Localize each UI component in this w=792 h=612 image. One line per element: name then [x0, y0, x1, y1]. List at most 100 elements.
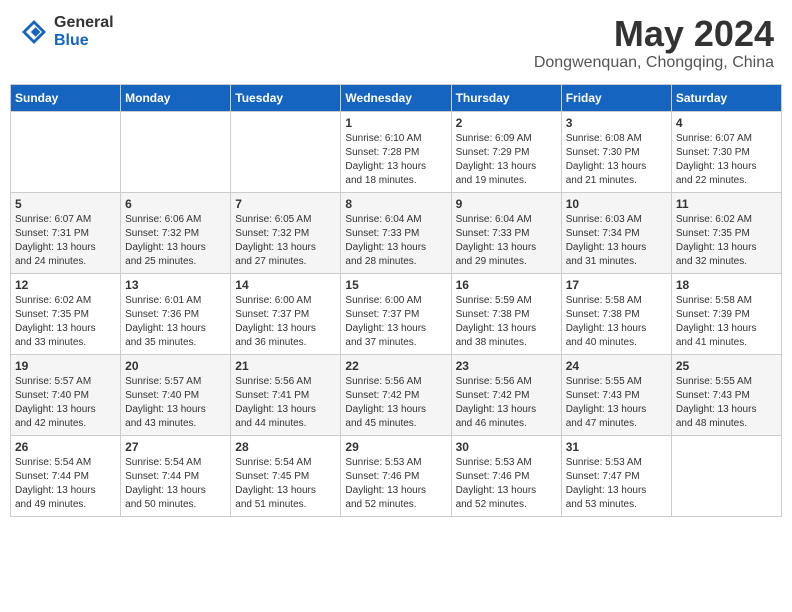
day-number: 12	[15, 278, 116, 292]
day-number: 9	[456, 197, 557, 211]
cell-info: Sunrise: 5:55 AM Sunset: 7:43 PM Dayligh…	[676, 375, 777, 431]
cell-info: Sunrise: 6:03 AM Sunset: 7:34 PM Dayligh…	[566, 213, 667, 269]
cell-info: Sunrise: 6:07 AM Sunset: 7:30 PM Dayligh…	[676, 132, 777, 188]
day-number: 7	[235, 197, 336, 211]
cell-info: Sunrise: 5:57 AM Sunset: 7:40 PM Dayligh…	[15, 375, 116, 431]
day-of-week-header: Sunday	[11, 84, 121, 111]
logo-text: General Blue	[54, 14, 114, 49]
day-number: 6	[125, 197, 226, 211]
day-of-week-header: Monday	[121, 84, 231, 111]
day-number: 21	[235, 359, 336, 373]
calendar-week-row: 26 Sunrise: 5:54 AM Sunset: 7:44 PM Dayli…	[11, 435, 782, 516]
calendar-week-row: 12Sunrise: 6:02 AM Sunset: 7:35 PM Dayli…	[11, 273, 782, 354]
cell-info: Sunrise: 6:08 AM Sunset: 7:30 PM Dayligh…	[566, 132, 667, 188]
day-number: 14	[235, 278, 336, 292]
cell-info: Sunrise: 6:09 AM Sunset: 7:29 PM Dayligh…	[456, 132, 557, 188]
cell-info: Sunrise: 5:59 AM Sunset: 7:38 PM Dayligh…	[456, 294, 557, 350]
calendar-cell: 30 Sunrise: 5:53 AM Sunset: 7:46 PM Dayli…	[451, 435, 561, 516]
calendar-cell: 28 Sunrise: 5:54 AM Sunset: 7:45 PM Dayli…	[231, 435, 341, 516]
day-number: 30	[456, 440, 557, 454]
day-number: 18	[676, 278, 777, 292]
cell-info: Sunrise: 5:56 AM Sunset: 7:42 PM Dayligh…	[345, 375, 446, 431]
calendar-week-row: 19 Sunrise: 5:57 AM Sunset: 7:40 PM Dayli…	[11, 354, 782, 435]
day-number: 19	[15, 359, 116, 373]
cell-info: Sunrise: 5:55 AM Sunset: 7:43 PM Dayligh…	[566, 375, 667, 431]
day-number: 11	[676, 197, 777, 211]
calendar-cell: 24Sunrise: 5:55 AM Sunset: 7:43 PM Dayli…	[561, 354, 671, 435]
calendar-cell: 12Sunrise: 6:02 AM Sunset: 7:35 PM Dayli…	[11, 273, 121, 354]
calendar-cell: 31 Sunrise: 5:53 AM Sunset: 7:47 PM Dayli…	[561, 435, 671, 516]
calendar-cell: 15Sunrise: 6:00 AM Sunset: 7:37 PM Dayli…	[341, 273, 451, 354]
day-number: 29	[345, 440, 446, 454]
calendar-cell: 16Sunrise: 5:59 AM Sunset: 7:38 PM Dayli…	[451, 273, 561, 354]
cell-info: Sunrise: 5:54 AM Sunset: 7:45 PM Dayligh…	[235, 456, 336, 512]
calendar-cell: 27Sunrise: 5:54 AM Sunset: 7:44 PM Dayli…	[121, 435, 231, 516]
calendar-cell: 19 Sunrise: 5:57 AM Sunset: 7:40 PM Dayli…	[11, 354, 121, 435]
calendar-cell: 4 Sunrise: 6:07 AM Sunset: 7:30 PM Daylig…	[671, 111, 781, 192]
cell-info: Sunrise: 5:53 AM Sunset: 7:46 PM Dayligh…	[345, 456, 446, 512]
day-number: 25	[676, 359, 777, 373]
calendar-cell	[121, 111, 231, 192]
day-number: 20	[125, 359, 226, 373]
calendar-cell: 3 Sunrise: 6:08 AM Sunset: 7:30 PM Daylig…	[561, 111, 671, 192]
calendar-cell: 1Sunrise: 6:10 AM Sunset: 7:28 PM Daylig…	[341, 111, 451, 192]
calendar-cell: 18Sunrise: 5:58 AM Sunset: 7:39 PM Dayli…	[671, 273, 781, 354]
logo: General Blue	[18, 14, 114, 49]
calendar-cell: 5Sunrise: 6:07 AM Sunset: 7:31 PM Daylig…	[11, 192, 121, 273]
day-number: 13	[125, 278, 226, 292]
day-number: 17	[566, 278, 667, 292]
calendar-cell: 2Sunrise: 6:09 AM Sunset: 7:29 PM Daylig…	[451, 111, 561, 192]
day-number: 28	[235, 440, 336, 454]
day-number: 23	[456, 359, 557, 373]
day-of-week-header: Saturday	[671, 84, 781, 111]
day-of-week-header: Thursday	[451, 84, 561, 111]
cell-info: Sunrise: 6:07 AM Sunset: 7:31 PM Dayligh…	[15, 213, 116, 269]
day-number: 31	[566, 440, 667, 454]
cell-info: Sunrise: 5:56 AM Sunset: 7:41 PM Dayligh…	[235, 375, 336, 431]
calendar-header: SundayMondayTuesdayWednesdayThursdayFrid…	[11, 84, 782, 111]
day-number: 8	[345, 197, 446, 211]
cell-info: Sunrise: 6:10 AM Sunset: 7:28 PM Dayligh…	[345, 132, 446, 188]
calendar-cell: 23 Sunrise: 5:56 AM Sunset: 7:42 PM Dayli…	[451, 354, 561, 435]
cell-info: Sunrise: 6:00 AM Sunset: 7:37 PM Dayligh…	[235, 294, 336, 350]
cell-info: Sunrise: 6:01 AM Sunset: 7:36 PM Dayligh…	[125, 294, 226, 350]
calendar-cell: 11 Sunrise: 6:02 AM Sunset: 7:35 PM Dayli…	[671, 192, 781, 273]
cell-info: Sunrise: 6:05 AM Sunset: 7:32 PM Dayligh…	[235, 213, 336, 269]
cell-info: Sunrise: 6:02 AM Sunset: 7:35 PM Dayligh…	[676, 213, 777, 269]
day-number: 4	[676, 116, 777, 130]
day-number: 22	[345, 359, 446, 373]
calendar-cell	[671, 435, 781, 516]
day-number: 10	[566, 197, 667, 211]
day-header-row: SundayMondayTuesdayWednesdayThursdayFrid…	[11, 84, 782, 111]
header-right: May 2024 Dongwenquan, Chongqing, China	[534, 14, 774, 72]
day-number: 26	[15, 440, 116, 454]
cell-info: Sunrise: 5:56 AM Sunset: 7:42 PM Dayligh…	[456, 375, 557, 431]
logo-general-text: General	[54, 14, 114, 32]
logo-blue-text: Blue	[54, 32, 114, 50]
cell-info: Sunrise: 5:53 AM Sunset: 7:46 PM Dayligh…	[456, 456, 557, 512]
page: General Blue May 2024 Dongwenquan, Chong…	[0, 0, 792, 527]
calendar-cell: 29 Sunrise: 5:53 AM Sunset: 7:46 PM Dayli…	[341, 435, 451, 516]
calendar-week-row: 1Sunrise: 6:10 AM Sunset: 7:28 PM Daylig…	[11, 111, 782, 192]
logo-icon	[18, 16, 50, 48]
day-of-week-header: Friday	[561, 84, 671, 111]
cell-info: Sunrise: 6:04 AM Sunset: 7:33 PM Dayligh…	[345, 213, 446, 269]
calendar-cell: 26 Sunrise: 5:54 AM Sunset: 7:44 PM Dayli…	[11, 435, 121, 516]
cell-info: Sunrise: 5:53 AM Sunset: 7:47 PM Dayligh…	[566, 456, 667, 512]
calendar-cell: 6Sunrise: 6:06 AM Sunset: 7:32 PM Daylig…	[121, 192, 231, 273]
calendar-cell: 8 Sunrise: 6:04 AM Sunset: 7:33 PM Daylig…	[341, 192, 451, 273]
calendar-cell: 25 Sunrise: 5:55 AM Sunset: 7:43 PM Dayli…	[671, 354, 781, 435]
location: Dongwenquan, Chongqing, China	[534, 54, 774, 72]
cell-info: Sunrise: 5:58 AM Sunset: 7:38 PM Dayligh…	[566, 294, 667, 350]
day-number: 27	[125, 440, 226, 454]
calendar-table: SundayMondayTuesdayWednesdayThursdayFrid…	[10, 84, 782, 517]
calendar-cell: 20Sunrise: 5:57 AM Sunset: 7:40 PM Dayli…	[121, 354, 231, 435]
calendar-cell: 13 Sunrise: 6:01 AM Sunset: 7:36 PM Dayli…	[121, 273, 231, 354]
calendar-cell: 21 Sunrise: 5:56 AM Sunset: 7:41 PM Dayli…	[231, 354, 341, 435]
day-number: 3	[566, 116, 667, 130]
calendar-cell: 7 Sunrise: 6:05 AM Sunset: 7:32 PM Daylig…	[231, 192, 341, 273]
header: General Blue May 2024 Dongwenquan, Chong…	[10, 10, 782, 76]
cell-info: Sunrise: 5:54 AM Sunset: 7:44 PM Dayligh…	[15, 456, 116, 512]
calendar-cell: 9Sunrise: 6:04 AM Sunset: 7:33 PM Daylig…	[451, 192, 561, 273]
month-title: May 2024	[534, 14, 774, 54]
